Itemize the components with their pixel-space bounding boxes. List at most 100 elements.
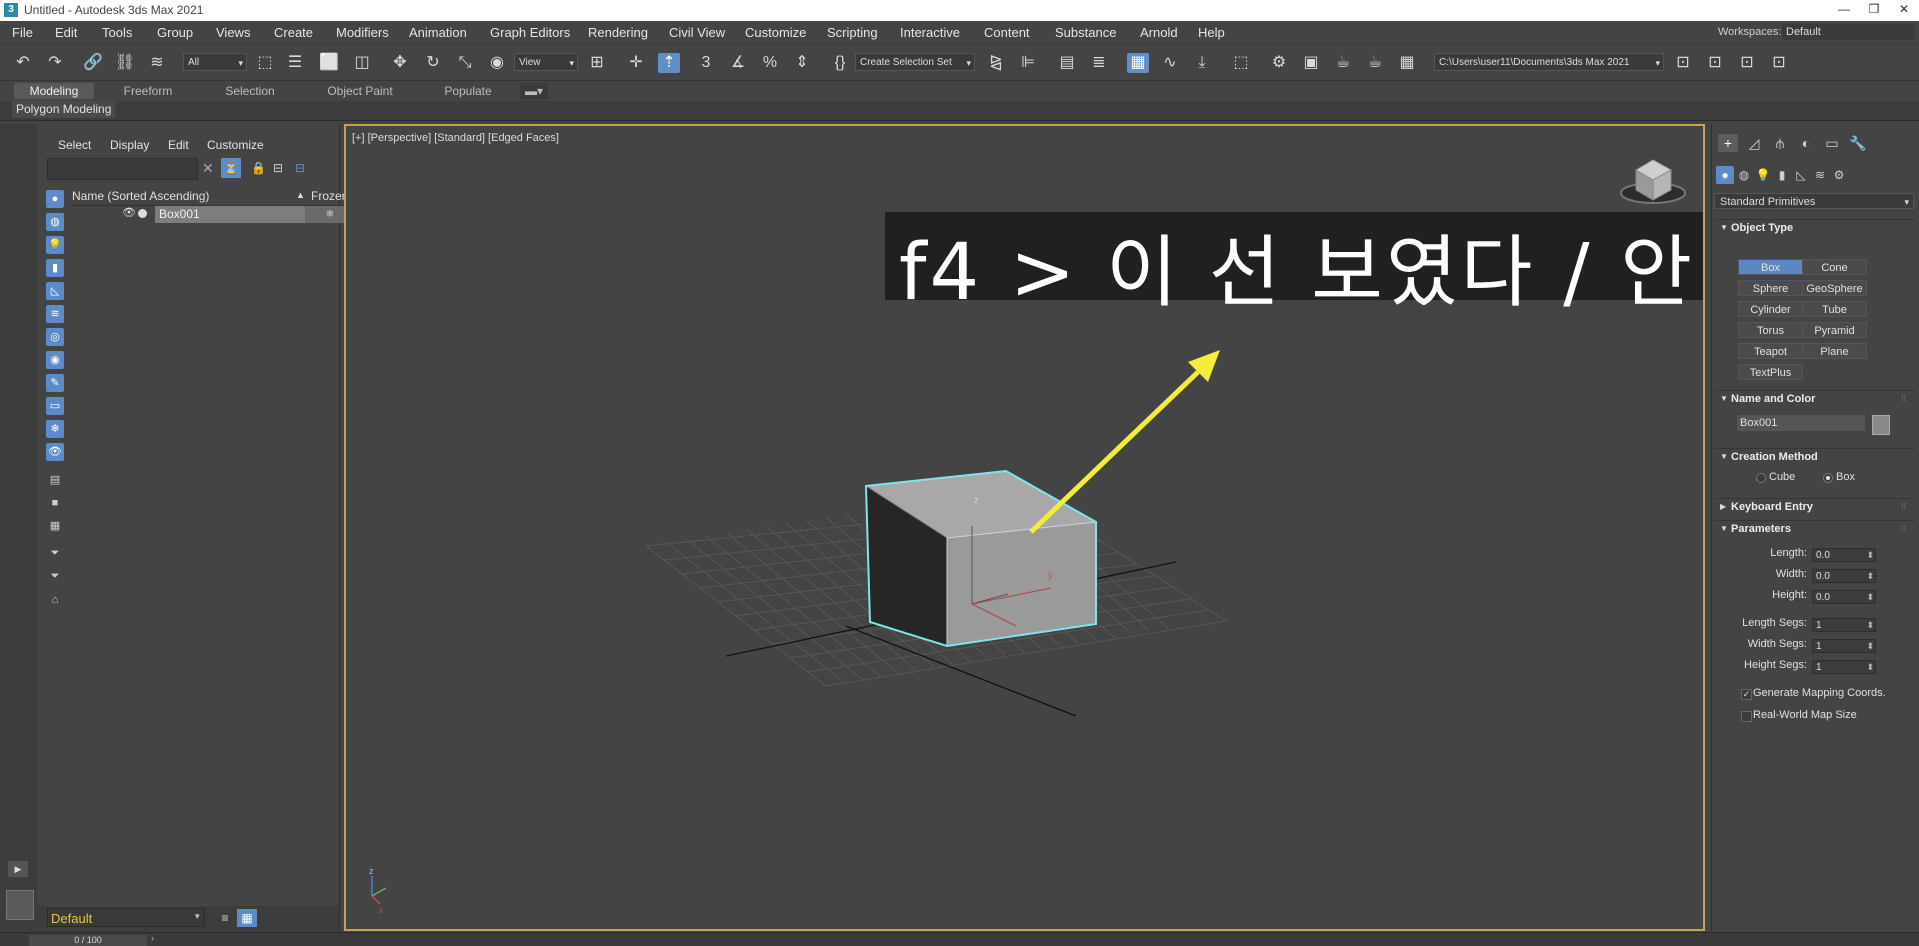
menu-tools[interactable]: Tools (102, 25, 132, 40)
menu-views[interactable]: Views (216, 25, 250, 40)
creation-box-radio[interactable] (1823, 473, 1833, 483)
primitive-geosphere-button[interactable]: GeoSphere (1802, 280, 1867, 296)
percent-snap-icon[interactable]: % (759, 53, 781, 73)
render-setup-icon[interactable]: ⚙ (1268, 53, 1290, 73)
utilities-tab-icon[interactable]: 🔧 (1848, 134, 1868, 152)
named-selection-dropdown[interactable]: Create Selection Set (855, 53, 975, 72)
object-type-rollout[interactable]: ▼ Object Type (1714, 219, 1914, 238)
display-invert-icon[interactable]: ▦ (46, 517, 64, 535)
display-hidden-icon[interactable]: 👁 (46, 443, 64, 461)
primitive-tube-button[interactable]: Tube (1802, 301, 1867, 317)
project-settings-icon[interactable]: ⊡ (1768, 53, 1790, 73)
keyboard-shortcut-toggle-icon[interactable]: ⇡ (658, 53, 680, 73)
tab-populate[interactable]: Populate (428, 83, 508, 99)
tab-freeform[interactable]: Freeform (108, 83, 188, 99)
menu-file[interactable]: File (12, 25, 33, 40)
layers-icon[interactable]: ≡ (215, 909, 235, 927)
filter-icon[interactable]: ⏳ (221, 158, 241, 178)
length-segs-spinner[interactable]: 1 (1812, 618, 1876, 632)
restore-button[interactable]: ❐ (1859, 2, 1889, 16)
tab-modeling[interactable]: Modeling (14, 83, 94, 99)
material-editor-icon[interactable]: ⬚ (1230, 53, 1252, 73)
lights-icon[interactable]: 💡 (1754, 166, 1772, 184)
object-name-field[interactable]: Box001 (1737, 415, 1865, 431)
hierarchy-tab-icon[interactable]: ⫛ (1770, 134, 1790, 152)
selection-filter-dropdown[interactable]: All (183, 53, 247, 72)
layer-dropdown-arrow-icon[interactable]: ▾ (195, 911, 200, 922)
display-shapes-icon[interactable]: ◍ (46, 213, 64, 231)
height-segs-spinner[interactable]: 1 (1812, 660, 1876, 674)
clear-search-icon[interactable]: ✕ (202, 160, 214, 177)
filter-combos-icon[interactable]: ⏷ (46, 544, 64, 562)
rect-selection-icon[interactable]: ⬜ (318, 53, 340, 73)
menu-customize[interactable]: Customize (745, 25, 806, 40)
bind-space-warp-icon[interactable]: ≋ (146, 53, 168, 73)
name-and-color-rollout[interactable]: ▼ Name and Color ⁞⁞ (1714, 390, 1914, 409)
select-by-name-icon[interactable]: ☰ (284, 53, 306, 73)
mirror-icon[interactable]: ⧎ (985, 53, 1007, 73)
menu-interactive[interactable]: Interactive (900, 25, 960, 40)
scene-menu-select[interactable]: Select (58, 138, 91, 152)
keyboard-entry-rollout[interactable]: ▶ Keyboard Entry ⁞⁞ (1714, 498, 1914, 517)
creation-method-rollout[interactable]: ▼ Creation Method (1714, 448, 1914, 467)
next-frame-icon[interactable]: › (151, 933, 154, 943)
scene-explorer-icon[interactable]: ▤ (1056, 53, 1078, 73)
primitive-pyramid-button[interactable]: Pyramid (1802, 322, 1867, 338)
scene-search-input[interactable] (47, 158, 198, 180)
length-spinner[interactable]: 0.0 (1812, 548, 1876, 562)
object-name[interactable]: Box001 (155, 206, 305, 223)
scene-menu-display[interactable]: Display (110, 138, 149, 152)
window-crossing-icon[interactable]: ◫ (351, 53, 373, 73)
menu-create[interactable]: Create (274, 25, 313, 40)
display-xrefs-icon[interactable]: ◉ (46, 351, 64, 369)
width-spinner[interactable]: 0.0 (1812, 569, 1876, 583)
creation-cube-radio[interactable] (1756, 473, 1766, 483)
parameters-rollout[interactable]: ▼ Parameters ⁞⁞ (1714, 520, 1914, 539)
render-in-cloud-icon[interactable]: ☕ (1364, 53, 1386, 73)
shapes-icon[interactable]: ◍ (1735, 166, 1753, 184)
display-geometry-icon[interactable]: ● (46, 190, 64, 208)
project-path-dropdown[interactable]: C:\Users\user11\Documents\3ds Max 2021 (1434, 53, 1664, 72)
curve-editor-icon[interactable]: ∿ (1159, 53, 1181, 73)
render-shot-icon[interactable]: ▦ (1396, 53, 1418, 73)
motion-tab-icon[interactable]: ◐ (1796, 134, 1816, 152)
lock-icon[interactable]: 🔒 (251, 161, 266, 175)
hierarchy-mode-icon[interactable]: ▦ (237, 909, 257, 927)
primitive-box-button[interactable]: Box (1738, 259, 1803, 275)
minimize-button[interactable]: — (1829, 2, 1859, 16)
display-tab-icon[interactable]: ▭ (1822, 134, 1842, 152)
ref-coord-dropdown[interactable]: View (514, 53, 578, 72)
real-world-map-checkbox[interactable] (1741, 711, 1752, 722)
primitive-teapot-button[interactable]: Teapot (1738, 343, 1803, 359)
primitive-torus-button[interactable]: Torus (1738, 322, 1803, 338)
redo-icon[interactable]: ↷ (44, 53, 66, 73)
width-segs-spinner[interactable]: 1 (1812, 639, 1876, 653)
object-color-swatch[interactable] (1872, 415, 1890, 435)
hierarchy-icon[interactable]: ⊟ (273, 161, 283, 175)
layer-dropdown[interactable]: Default (47, 908, 205, 927)
primitive-plane-button[interactable]: Plane (1802, 343, 1867, 359)
primitive-cylinder-button[interactable]: Cylinder (1738, 301, 1803, 317)
primitive-sphere-button[interactable]: Sphere (1738, 280, 1803, 296)
display-lights-icon[interactable]: 💡 (46, 236, 64, 254)
move-icon[interactable]: ✥ (389, 53, 411, 73)
pivot-center-icon[interactable]: ⊞ (586, 53, 608, 73)
table-row[interactable]: 👁 Box001 ❄ (71, 206, 375, 223)
column-name[interactable]: Name (Sorted Ascending) (72, 189, 209, 203)
project-folder-icon[interactable]: ⊡ (1672, 53, 1694, 73)
systems-icon[interactable]: ⚙ (1830, 166, 1848, 184)
perspective-viewport[interactable]: [+] [Perspective] [Standard] [Edged Face… (344, 124, 1705, 931)
close-button[interactable]: ✕ (1889, 2, 1919, 16)
display-bones-icon[interactable]: ✎ (46, 374, 64, 392)
spinner-snap-icon[interactable]: ⇕ (791, 53, 813, 73)
menu-help[interactable]: Help (1198, 25, 1225, 40)
layer-explorer-icon[interactable]: ≣ (1088, 53, 1110, 73)
filter-icon-2[interactable]: ⏷ (46, 567, 64, 585)
workspaces-select[interactable]: Default (1782, 24, 1915, 40)
modify-tab-icon[interactable]: ◿ (1744, 134, 1764, 152)
expand-icon[interactable]: ▶ (8, 861, 28, 877)
primitive-textplus-button[interactable]: TextPlus (1738, 364, 1803, 380)
angle-snap-icon[interactable]: ∡ (727, 53, 749, 73)
display-containers-icon[interactable]: ▭ (46, 397, 64, 415)
display-spacewarps-icon[interactable]: ≋ (46, 305, 64, 323)
